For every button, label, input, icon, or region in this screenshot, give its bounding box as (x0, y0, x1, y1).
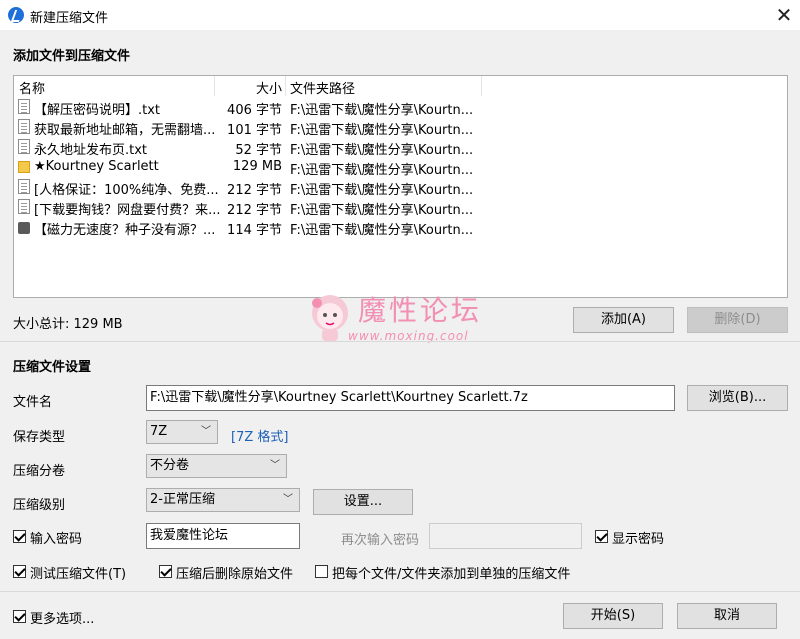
file-size: 212 字节 (227, 203, 282, 218)
document-icon (18, 179, 30, 194)
document-icon (18, 139, 30, 154)
file-path: F:\迅雷下载\魔性分享\Kourtn... (290, 103, 474, 118)
file-name: 【磁力无速度？种子没有源？... (34, 223, 216, 238)
table-row[interactable]: 永久地址发布页.txt 52 字节 F:\迅雷下载\魔性分享\Kourtn... (14, 137, 787, 158)
delete-after-checkbox[interactable] (159, 565, 172, 578)
password-checkbox-label[interactable]: 输入密码 (30, 528, 82, 547)
document-icon (18, 119, 30, 134)
file-size: 406 字节 (227, 103, 282, 118)
window-title: 新建压缩文件 (30, 11, 109, 26)
table-row[interactable]: [下载要掏钱？网盘要付费？来... 212 字节 F:\迅雷下载\魔性分享\Ko… (14, 197, 787, 218)
cancel-button[interactable]: 取消 (677, 603, 777, 629)
more-options-checkbox[interactable] (13, 610, 26, 623)
level-label: 压缩级别 (13, 498, 66, 513)
file-path: F:\迅雷下载\魔性分享\Kourtn... (290, 123, 474, 138)
settings-button[interactable]: 设置... (313, 489, 413, 515)
delete-after-label[interactable]: 压缩后删除原始文件 (176, 563, 293, 582)
level-value: 2-正常压缩 (150, 492, 215, 507)
file-list[interactable]: 名称 大小 文件夹路径 【解压密码说明】.txt 406 字节 F:\迅雷下载\… (13, 75, 788, 298)
split-select[interactable]: 不分卷 ﹀ (146, 454, 287, 478)
file-name: [下载要掏钱？网盘要付费？来... (34, 203, 221, 218)
table-row[interactable]: 获取最新地址邮箱，无需翻墙... 101 字节 F:\迅雷下载\魔性分享\Kou… (14, 117, 787, 138)
save-type-select[interactable]: 7Z ﹀ (146, 420, 218, 444)
title-bar (0, 0, 800, 30)
app-logo-icon (8, 7, 24, 23)
column-separator[interactable] (481, 76, 482, 96)
level-select[interactable]: 2-正常压缩 ﹀ (146, 488, 300, 512)
add-button[interactable]: 添加(A) (573, 307, 674, 333)
file-path: F:\迅雷下载\魔性分享\Kourtn... (290, 143, 474, 158)
each-separate-label[interactable]: 把每个文件/文件夹添加到单独的压缩文件 (332, 563, 570, 582)
split-label: 压缩分卷 (13, 464, 66, 479)
document-icon (18, 199, 30, 214)
chevron-down-icon: ﹀ (201, 426, 211, 437)
close-icon[interactable]: ✕ (770, 2, 798, 28)
save-type-value: 7Z (150, 424, 168, 439)
file-name: ★Kourtney Scarlett (34, 159, 159, 174)
column-separator[interactable] (214, 76, 215, 96)
test-archive-checkbox[interactable] (13, 565, 26, 578)
document-icon (18, 99, 30, 114)
column-header-size[interactable]: 大小 (244, 78, 282, 97)
file-size: 129 MB (232, 159, 282, 174)
show-password-checkbox[interactable] (595, 530, 608, 543)
split-value: 不分卷 (150, 458, 190, 473)
password-input[interactable]: 我爱魔性论坛 (146, 523, 300, 549)
add-section-title: 添加文件到压缩文件 (13, 49, 131, 64)
table-row[interactable]: 【解压密码说明】.txt 406 字节 F:\迅雷下载\魔性分享\Kourtn.… (14, 97, 787, 118)
start-button[interactable]: 开始(S) (563, 603, 663, 629)
column-header-name[interactable]: 名称 (19, 78, 45, 97)
file-path: F:\迅雷下载\魔性分享\Kourtn... (290, 163, 474, 178)
column-separator[interactable] (285, 76, 286, 96)
watermark: 魔性论坛 www.moxing.cool (308, 287, 498, 349)
file-name: 永久地址发布页.txt (34, 143, 148, 158)
folder-icon (18, 161, 30, 173)
show-password-label[interactable]: 显示密码 (612, 528, 664, 547)
chevron-down-icon: ﹀ (283, 494, 293, 505)
save-type-label: 保存类型 (13, 430, 66, 445)
file-size: 101 字节 (227, 123, 282, 138)
filename-label: 文件名 (13, 395, 53, 410)
section-divider (0, 341, 800, 342)
file-path: F:\迅雷下载\魔性分享\Kourtn... (290, 203, 474, 218)
more-options-label[interactable]: 更多选项... (30, 608, 94, 627)
total-size: 大小总计: 129 MB (13, 317, 123, 332)
watermark-text: 魔性论坛 (358, 294, 483, 327)
delete-button[interactable]: 删除(D) (687, 307, 788, 333)
settings-section-title: 压缩文件设置 (13, 360, 92, 375)
torrent-icon (18, 222, 30, 234)
table-row[interactable]: [人格保证：100%纯净、免费... 212 字节 F:\迅雷下载\魔性分享\K… (14, 177, 787, 198)
filename-input[interactable]: F:\迅雷下载\魔性分享\Kourtney Scarlett\Kourtney … (146, 385, 675, 411)
table-row[interactable]: ★Kourtney Scarlett 129 MB F:\迅雷下载\魔性分享\K… (14, 157, 787, 178)
column-header-path[interactable]: 文件夹路径 (290, 78, 355, 97)
reenter-password-input[interactable] (429, 523, 582, 549)
file-size: 212 字节 (227, 183, 282, 198)
file-name: 【解压密码说明】.txt (34, 103, 161, 118)
file-name: 获取最新地址邮箱，无需翻墙... (34, 123, 216, 138)
file-path: F:\迅雷下载\魔性分享\Kourtn... (290, 183, 474, 198)
file-size: 114 字节 (227, 223, 282, 238)
file-path: F:\迅雷下载\魔性分享\Kourtn... (290, 223, 474, 238)
table-row[interactable]: 【磁力无速度？种子没有源？... 114 字节 F:\迅雷下载\魔性分享\Kou… (14, 217, 787, 238)
file-size: 52 字节 (235, 143, 282, 158)
format-link[interactable]: [7Z 格式] (231, 426, 288, 445)
password-checkbox[interactable] (13, 530, 26, 543)
each-separate-checkbox[interactable] (315, 565, 328, 578)
file-name: [人格保证：100%纯净、免费... (34, 183, 219, 198)
reenter-password-label: 再次输入密码 (341, 533, 420, 548)
chevron-down-icon: ﹀ (270, 460, 280, 471)
footer-divider (0, 591, 800, 592)
test-archive-label[interactable]: 测试压缩文件(T) (30, 563, 126, 582)
watermark-mascot-icon (312, 295, 348, 341)
browse-button[interactable]: 浏览(B)... (687, 385, 788, 411)
